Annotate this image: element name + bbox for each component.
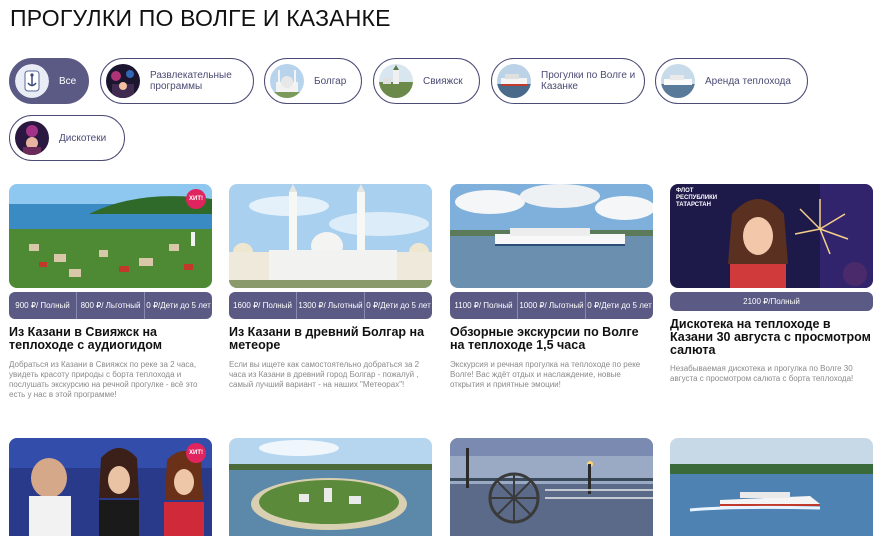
card-description: Незабываемая дискотека и прогулка по Вол… [670, 364, 854, 383]
island-photo-icon [379, 64, 413, 98]
price-full: 1100 ₽/ Полный [450, 292, 518, 319]
hit-badge: ХИТ! [186, 189, 206, 209]
price-full: 1600 ₽/ Полный [229, 292, 297, 319]
filter-label: Свияжск [423, 75, 463, 87]
filter-boat-rental[interactable]: Аренда теплохода [655, 58, 808, 104]
card-title[interactable]: Обзорные экскурсии по Волге на теплоходе… [450, 326, 653, 352]
boat-photo-icon [661, 64, 695, 98]
tour-card[interactable]: ХИТ! 900 ₽/ Полный 800 ₽/ Льготный 0 ₽/Д… [9, 184, 212, 414]
fleet-logo: ФЛОТ РЕСПУБЛИКИ ТАТАРСТАН [676, 188, 718, 208]
price-bar: 900 ₽/ Полный 800 ₽/ Льготный 0 ₽/Дети д… [9, 292, 212, 319]
party-photo-icon [106, 64, 140, 98]
card-title[interactable]: Дискотека на теплоходе в Казани 30 авгус… [670, 318, 873, 357]
page-title: ПРОГУЛКИ ПО ВОЛГЕ И КАЗАНКЕ [10, 5, 391, 31]
price-bar: 1600 ₽/ Полный 1300 ₽/ Льготный 0 ₽/Дети… [229, 292, 432, 319]
disco-photo-icon [15, 121, 49, 155]
ship-photo-icon [497, 64, 531, 98]
card-description: Экскурсия и речная прогулка на теплоходе… [450, 360, 641, 389]
price-bar: 2100 ₽/Полный [670, 292, 873, 311]
price-children: 0 ₽/Дети до 5 лет [146, 301, 211, 310]
filter-label: Болгар [314, 75, 347, 87]
mosque-photo-icon [270, 64, 304, 98]
price-full: 2100 ₽/Полный [743, 297, 800, 306]
price-children: 0 ₽/Дети до 5 лет [366, 301, 431, 310]
price-discount: 800 ₽/ Льготный [77, 292, 145, 319]
bolgar-mosque-photo [229, 184, 432, 288]
filter-volga-kazanka[interactable]: Прогулки по Волге и Казанке [491, 58, 645, 104]
volga-ship-photo [450, 184, 653, 288]
hit-badge: ХИТ! [186, 443, 206, 463]
tour-card[interactable] [450, 438, 653, 536]
price-discount: 1000 ₽/ Льготный [518, 292, 586, 319]
card-description: Добраться из Казани в Свияжск по реке за… [9, 360, 198, 399]
tour-card[interactable] [229, 438, 432, 536]
ship-deck-photo [450, 438, 653, 536]
island-aerial-photo [229, 438, 432, 536]
card-description: Если вы ищете как самостоятельно добрать… [229, 360, 420, 389]
karaoke-photo: ХИТ! [9, 438, 212, 536]
price-full: 900 ₽/ Полный [9, 292, 77, 319]
sviyazhsk-photo: ХИТ! [9, 184, 212, 288]
price-children: 0 ₽/Дети до 5 лет [587, 301, 652, 310]
card-title[interactable]: Из Казани в Свияжск на теплоходе с аудио… [9, 326, 212, 352]
filter-label: Развлекательные программы [150, 70, 232, 92]
filter-entertainment[interactable]: Развлекательные программы [100, 58, 254, 104]
filter-label: Прогулки по Волге и Казанке [541, 70, 636, 92]
tour-card[interactable]: ФЛОТ РЕСПУБЛИКИ ТАТАРСТАН 2100 ₽/Полный … [670, 184, 873, 414]
filter-label: Все [59, 75, 77, 87]
hydrofoil-photo [670, 438, 873, 536]
price-bar: 1100 ₽/ Полный 1000 ₽/ Льготный 0 ₽/Дети… [450, 292, 653, 319]
anchor-logo-icon [15, 64, 49, 98]
filter-sviyazhsk[interactable]: Свияжск [373, 58, 480, 104]
tour-card[interactable]: ХИТ! [9, 438, 212, 536]
tour-card[interactable] [670, 438, 873, 536]
filter-bolgar[interactable]: Болгар [264, 58, 362, 104]
card-title[interactable]: Из Казани в древний Болгар на метеоре [229, 326, 432, 352]
tour-card[interactable]: 1100 ₽/ Полный 1000 ₽/ Льготный 0 ₽/Дети… [450, 184, 653, 414]
filter-all[interactable]: Все [9, 58, 89, 104]
filter-label: Аренда теплохода [705, 75, 791, 87]
filter-discos[interactable]: Дискотеки [9, 115, 125, 161]
disco-fireworks-photo: ФЛОТ РЕСПУБЛИКИ ТАТАРСТАН [670, 184, 873, 288]
filter-label: Дискотеки [59, 132, 107, 144]
price-discount: 1300 ₽/ Льготный [297, 292, 365, 319]
tour-card[interactable]: 1600 ₽/ Полный 1300 ₽/ Льготный 0 ₽/Дети… [229, 184, 432, 414]
